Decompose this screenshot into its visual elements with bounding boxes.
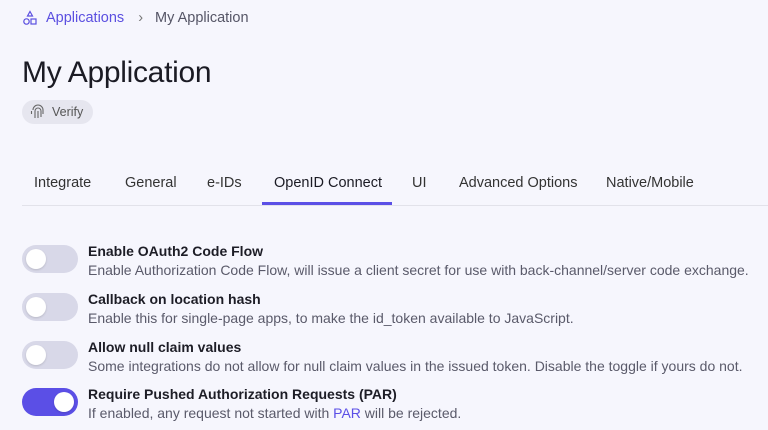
description-text: will be rejected. xyxy=(360,405,462,421)
setting-description: Enable Authorization Code Flow, will iss… xyxy=(88,262,749,278)
allow-null-claims-toggle[interactable] xyxy=(22,341,78,369)
par-link[interactable]: PAR xyxy=(333,405,361,421)
oauth2-code-flow-toggle[interactable] xyxy=(22,245,78,273)
setting-description: Enable this for single-page apps, to mak… xyxy=(88,310,574,326)
setting-description: Some integrations do not allow for null … xyxy=(88,358,743,374)
tab-bar: Integrate General e-IDs OpenID Connect U… xyxy=(22,165,768,206)
verify-badge: Verify xyxy=(22,100,94,124)
setting-title: Allow null claim values xyxy=(88,339,242,355)
tab-openid-connect[interactable]: OpenID Connect xyxy=(274,175,382,191)
setting-title: Callback on location hash xyxy=(88,291,261,307)
fingerprint-icon xyxy=(30,104,44,118)
tab-general[interactable]: General xyxy=(125,175,177,191)
setting-description: If enabled, any request not started with… xyxy=(88,405,461,421)
require-par-toggle[interactable] xyxy=(22,388,78,416)
tab-native-mobile[interactable]: Native/Mobile xyxy=(606,175,694,191)
tab-e-ids[interactable]: e-IDs xyxy=(207,175,242,191)
breadcrumb-current: My Application xyxy=(155,10,249,26)
badge-label: Verify xyxy=(52,105,84,119)
tab-ui[interactable]: UI xyxy=(412,175,427,191)
description-text: If enabled, any request not started with xyxy=(88,405,334,421)
callback-location-hash-toggle[interactable] xyxy=(22,293,78,321)
tab-advanced-options[interactable]: Advanced Options xyxy=(459,175,578,191)
page-title: My Application xyxy=(22,56,212,89)
setting-title: Require Pushed Authorization Requests (P… xyxy=(88,386,397,402)
breadcrumb-applications-link[interactable]: Applications xyxy=(46,10,124,26)
setting-title: Enable OAuth2 Code Flow xyxy=(88,243,264,259)
active-tab-indicator xyxy=(262,202,392,205)
tab-integrate[interactable]: Integrate xyxy=(34,175,91,191)
applications-icon xyxy=(23,10,37,25)
breadcrumb: Applications › My Application xyxy=(22,8,249,28)
chevron-right-icon: › xyxy=(138,10,144,26)
